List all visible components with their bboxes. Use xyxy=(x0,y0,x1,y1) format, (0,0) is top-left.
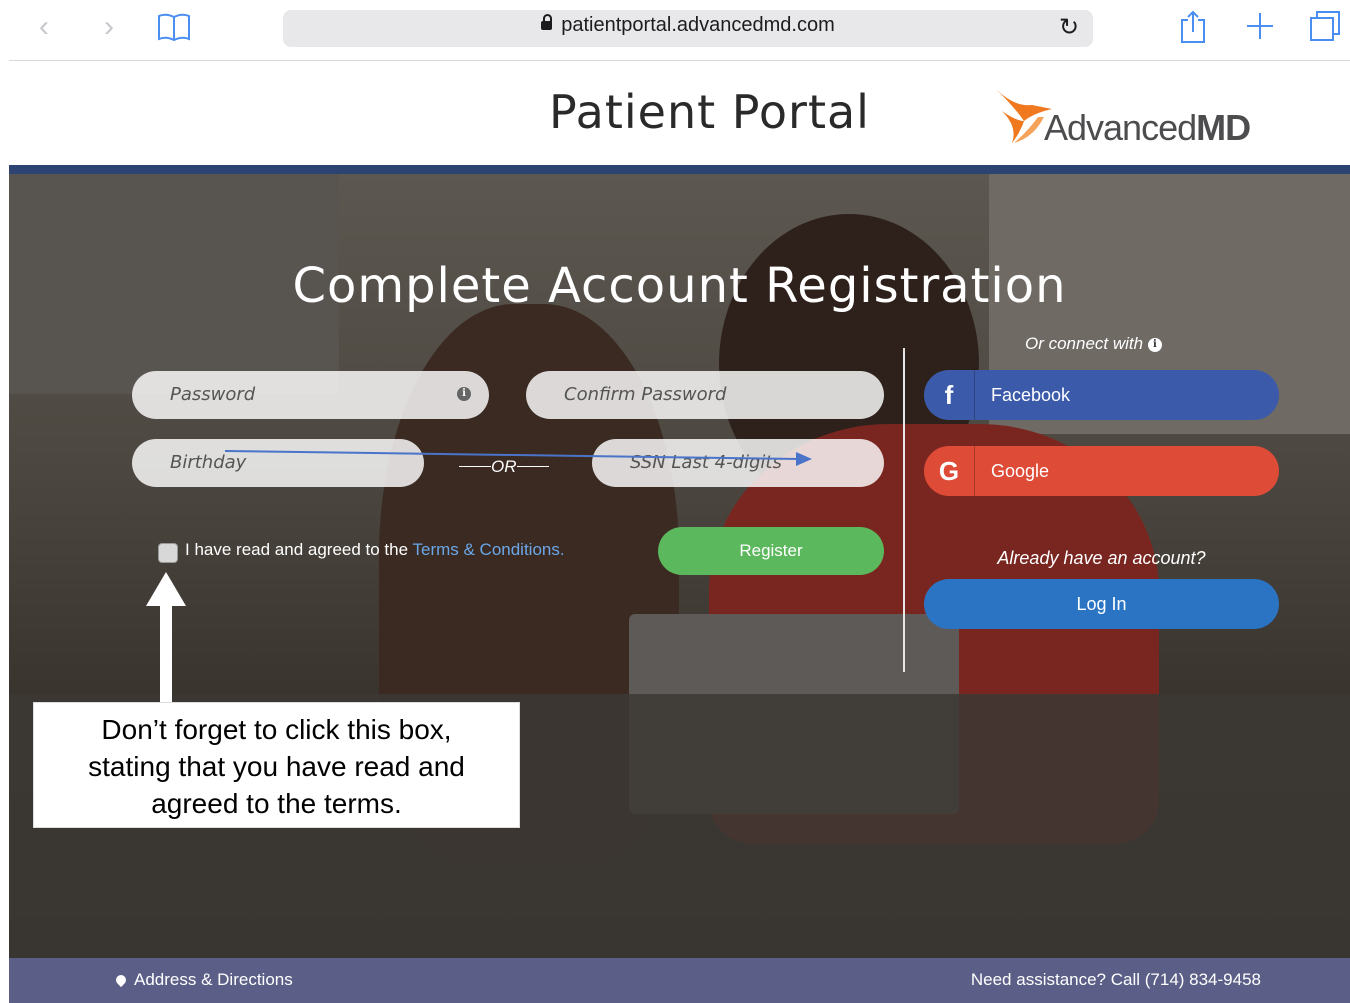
terms-checkbox[interactable] xyxy=(158,543,178,563)
google-icon: G xyxy=(924,446,975,496)
info-icon[interactable]: i xyxy=(1147,338,1162,352)
register-button[interactable]: Register xyxy=(658,527,884,575)
vertical-divider xyxy=(903,348,905,672)
tabs-icon[interactable] xyxy=(1309,10,1341,42)
lock-icon xyxy=(541,14,553,30)
logo-wordmark: AdvancedMD xyxy=(1044,107,1251,148)
address-directions-link[interactable]: Address & Directions xyxy=(113,970,293,990)
info-icon[interactable]: i xyxy=(457,387,471,401)
bookmarks-icon[interactable] xyxy=(157,12,191,42)
advancedmd-logo[interactable]: AdvancedMD xyxy=(994,87,1264,151)
confirm-password-field[interactable]: Confirm Password xyxy=(526,371,884,419)
login-button[interactable]: Log In xyxy=(924,579,1279,629)
site-header: Patient Portal AdvancedMD xyxy=(9,61,1350,165)
form-heading: Complete Account Registration xyxy=(292,258,1067,314)
reload-icon[interactable]: ↻ xyxy=(1059,13,1079,42)
back-icon[interactable]: ‹ xyxy=(39,12,49,42)
forward-icon[interactable]: › xyxy=(104,12,114,42)
already-have-account: Already have an account? xyxy=(997,548,1206,568)
or-separator: OR xyxy=(459,457,549,477)
share-icon[interactable] xyxy=(1179,10,1207,44)
ssn-field[interactable]: SSN Last 4-digits xyxy=(592,439,884,487)
connect-label: Or connect with i xyxy=(1025,334,1162,354)
terms-agreement-text: I have read and agreed to the Terms & Co… xyxy=(185,540,565,559)
birthday-field[interactable]: Birthday xyxy=(132,439,424,487)
hero-background: Complete Account Registration Password i… xyxy=(9,174,1350,958)
terms-link[interactable]: Terms & Conditions. xyxy=(412,540,564,559)
url-text: patientportal.advancedmd.com xyxy=(561,14,835,36)
address-bar[interactable]: patientportal.advancedmd.com ↻ xyxy=(283,10,1093,47)
new-tab-icon[interactable] xyxy=(1245,10,1275,42)
footer: Address & Directions Need assistance? Ca… xyxy=(9,958,1350,1003)
assistance-text: Need assistance? Call (714) 834-9458 xyxy=(970,970,1261,989)
facebook-button[interactable]: f Facebook xyxy=(924,370,1279,420)
facebook-icon: f xyxy=(924,370,975,420)
google-button[interactable]: G Google xyxy=(924,446,1279,496)
browser-toolbar: ‹ › patientportal.advancedmd.com ↻ xyxy=(9,0,1350,61)
password-field[interactable]: Password i xyxy=(132,371,489,419)
map-pin-icon xyxy=(113,972,129,988)
page-title: Patient Portal xyxy=(549,85,870,139)
header-stripe xyxy=(9,165,1350,174)
annotation-callout: Don’t forget to click this box, stating … xyxy=(33,702,520,828)
